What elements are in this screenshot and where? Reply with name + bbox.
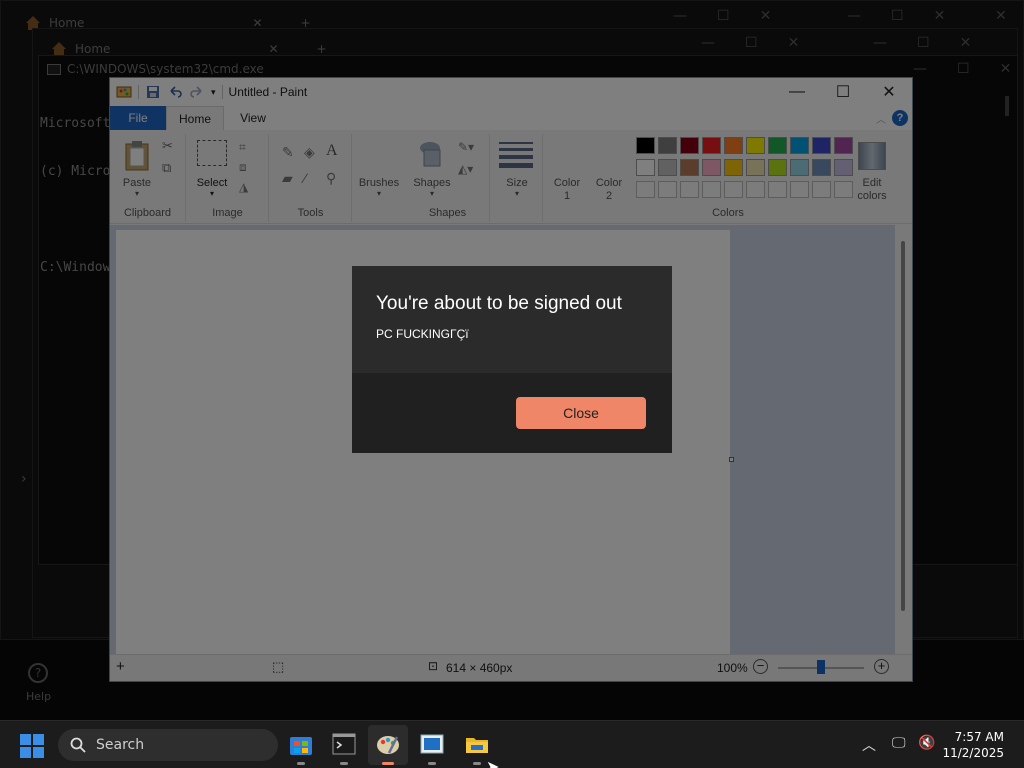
app-window-icon: [420, 734, 444, 754]
terminal-app-button[interactable]: [331, 731, 357, 765]
sign-out-dialog: You're about to be signed out PC FUCKING…: [352, 266, 672, 453]
running-indicator: [340, 762, 348, 765]
system-clock[interactable]: 7:57 AM 11/2/2025: [942, 729, 1004, 761]
running-indicator: [428, 762, 436, 765]
store-app-button[interactable]: [288, 731, 314, 765]
dialog-content: You're about to be signed out PC FUCKING…: [352, 266, 672, 373]
folder-icon: [466, 738, 488, 753]
mouse-cursor: ➤: [486, 757, 500, 768]
windows-logo-icon: [20, 734, 31, 745]
network-icon[interactable]: 🖵: [892, 735, 906, 751]
store-icon: [290, 737, 312, 755]
tray-overflow-icon[interactable]: ︿: [862, 735, 876, 755]
search-icon: [70, 737, 86, 753]
running-indicator: [382, 762, 394, 765]
file-explorer-button[interactable]: [464, 731, 490, 765]
search-placeholder: Search: [96, 737, 145, 753]
running-indicator: [473, 762, 481, 765]
clock-time: 7:57 AM: [954, 730, 1004, 744]
dialog-message: PC FUCKINGΓÇï: [376, 327, 469, 341]
clock-date: 11/2/2025: [942, 746, 1004, 760]
taskbar-search[interactable]: Search: [58, 729, 278, 761]
paint-app-button[interactable]: [375, 731, 401, 765]
terminal-icon: [332, 733, 356, 755]
running-indicator: [297, 762, 305, 765]
window-app-button[interactable]: [419, 731, 445, 765]
start-button[interactable]: [20, 734, 44, 758]
close-button[interactable]: Close: [516, 397, 646, 429]
dialog-footer: Close: [352, 373, 672, 453]
taskbar: Search ➤ ︿ 🖵 🔇 7:57 AM 11/2/2025: [0, 720, 1024, 768]
volume-muted-icon[interactable]: 🔇: [918, 735, 935, 751]
dialog-title: You're about to be signed out: [376, 293, 622, 314]
paint-icon: [377, 736, 399, 754]
